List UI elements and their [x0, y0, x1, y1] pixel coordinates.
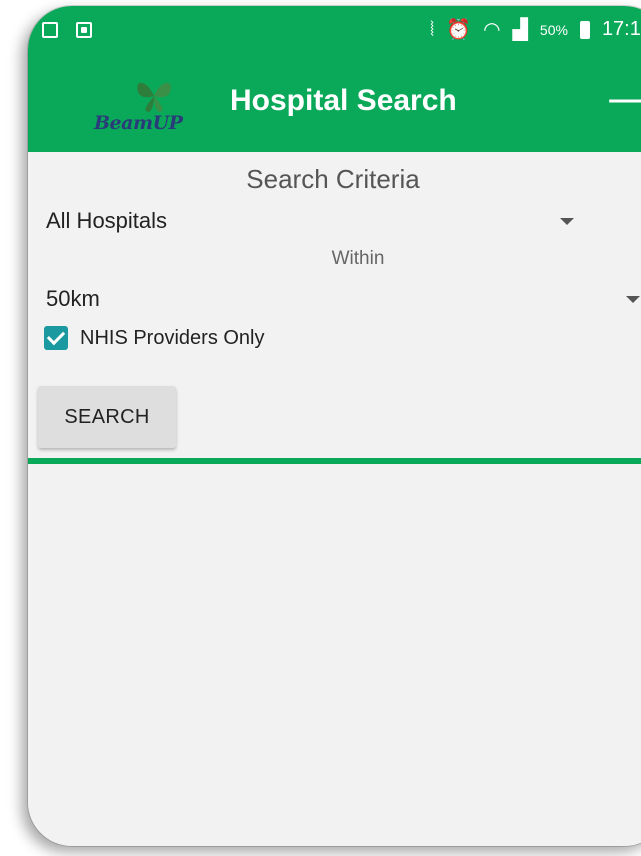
wifi-icon: ◠: [483, 18, 501, 41]
butterfly-icon: [137, 82, 171, 112]
status-right-icons: ⦚ ⏰ ◠ ▟ 50% 17:15: [430, 18, 641, 41]
app-bar: BeamUP Hospital Search ⟶: [28, 58, 641, 152]
status-time: 17:15: [601, 18, 641, 40]
signal-icon: ▟: [512, 18, 528, 41]
status-bar: ⦚ ⏰ ◠ ▟ 50% 17:15: [28, 6, 641, 58]
phone-screen: ⦚ ⏰ ◠ ▟ 50% 17:15 BeamUP Hospital Search…: [28, 6, 641, 846]
nhis-checkbox[interactable]: [44, 326, 68, 350]
app-logo: BeamUP: [94, 76, 204, 142]
page-title: Hospital Search: [230, 84, 457, 117]
nhis-checkbox-label: NHIS Providers Only: [80, 326, 265, 349]
status-left-icons: [42, 22, 92, 38]
distance-value: 50km: [46, 286, 100, 311]
chevron-down-icon: [626, 296, 640, 303]
battery-percent: 50%: [539, 21, 568, 38]
chevron-down-icon: [560, 218, 574, 225]
search-button[interactable]: SEARCH: [38, 386, 176, 448]
search-criteria-heading: Search Criteria: [246, 164, 420, 194]
distance-select[interactable]: 50km: [46, 286, 641, 318]
arrow-right-icon[interactable]: ⟶: [607, 84, 641, 118]
alarm-icon: ⏰: [446, 18, 472, 41]
results-area: [28, 464, 641, 846]
vibrate-icon: ⦚: [429, 18, 435, 41]
hospital-type-value: All Hospitals: [46, 208, 168, 233]
screenshot-icon: [42, 22, 58, 38]
image-icon: [76, 22, 92, 38]
battery-icon: [579, 20, 590, 39]
hospital-type-select[interactable]: All Hospitals: [46, 208, 586, 240]
nhis-checkbox-row[interactable]: NHIS Providers Only: [44, 326, 265, 350]
within-label: Within: [331, 248, 385, 269]
logo-text: BeamUP: [94, 112, 183, 134]
